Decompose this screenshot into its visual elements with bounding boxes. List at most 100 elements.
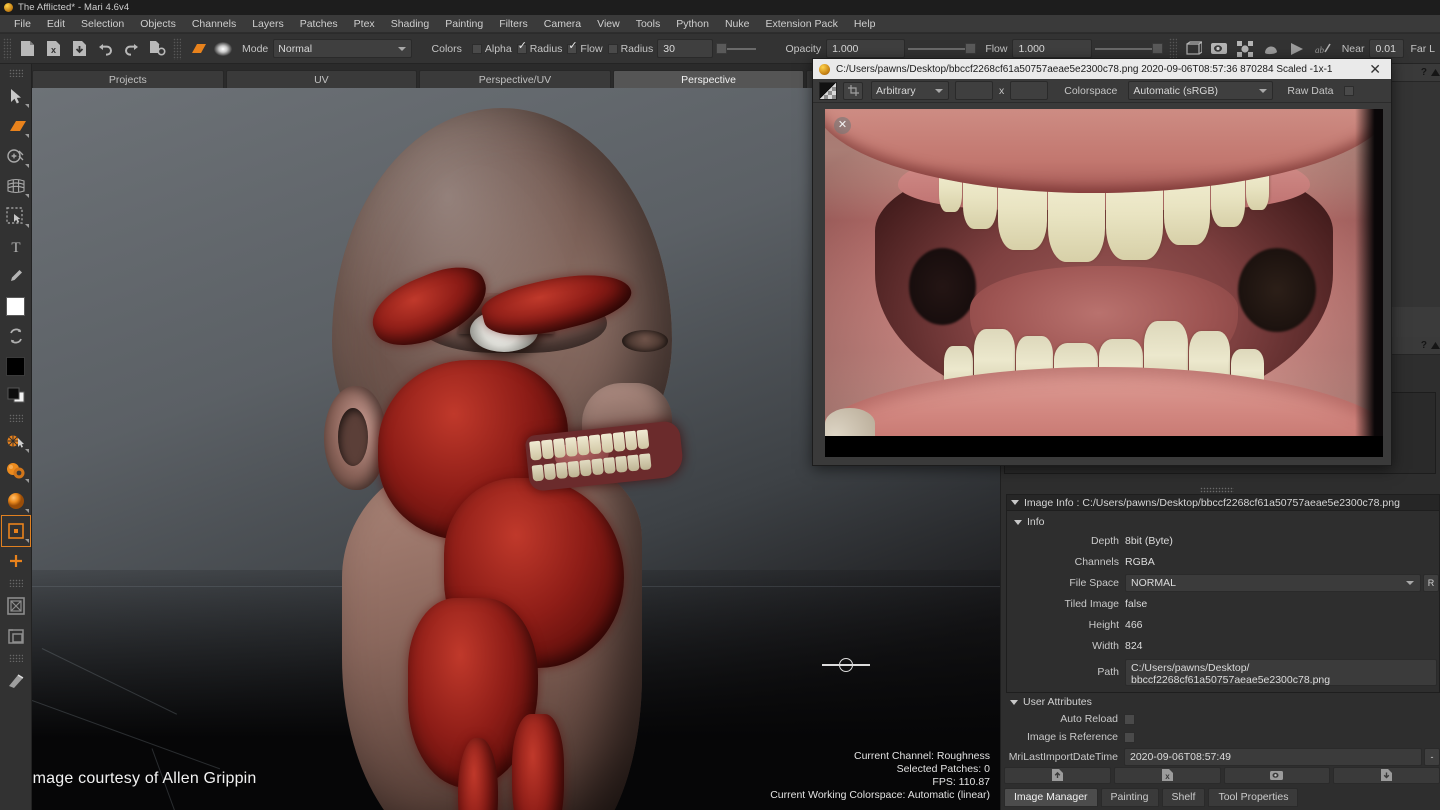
image-info-header[interactable]: Image Info : C:/Users/pawns/Desktop/bbcc… — [1006, 494, 1440, 511]
close-icon[interactable]: ✕ — [1365, 62, 1385, 76]
tab-tool-properties[interactable]: Tool Properties — [1208, 787, 1299, 807]
tab-shelf[interactable]: Shelf — [1161, 787, 1206, 807]
image-viewer-canvas[interactable]: ✕ — [825, 109, 1383, 457]
menu-item-file[interactable]: File — [6, 16, 39, 32]
aspect-ratio-dropdown[interactable]: Arbitrary — [871, 81, 949, 100]
menu-item-selection[interactable]: Selection — [73, 16, 132, 32]
save-project-icon[interactable] — [66, 37, 92, 61]
flow-slider[interactable] — [1094, 43, 1163, 54]
color-picker-tool[interactable] — [2, 261, 30, 291]
default-colors-tool[interactable] — [2, 381, 30, 411]
menu-item-layers[interactable]: Layers — [244, 16, 292, 32]
paint-through-tool[interactable] — [2, 426, 30, 456]
blur-sphere-tool[interactable] — [2, 486, 30, 516]
opacity-slider-knob[interactable] — [965, 43, 977, 54]
image-close-icon[interactable]: ✕ — [834, 117, 851, 134]
tab-painting[interactable]: Painting — [1100, 787, 1159, 807]
transparency-checker-icon[interactable] — [819, 81, 837, 100]
foreground-color-swatch[interactable] — [2, 291, 30, 321]
menu-item-python[interactable]: Python — [668, 16, 717, 32]
panel-splitter-handle[interactable] — [1200, 487, 1234, 493]
paint-brush-icon[interactable] — [184, 37, 210, 61]
flow-checkbox[interactable] — [567, 41, 578, 54]
toolbar-drag-handle-3[interactable] — [1168, 37, 1177, 60]
menu-item-camera[interactable]: Camera — [536, 16, 589, 32]
mode-dropdown[interactable]: Normal — [273, 39, 412, 58]
toolbar-drag-handle[interactable] — [3, 37, 11, 60]
radius-checkbox-2[interactable] — [607, 43, 618, 54]
menu-item-painting[interactable]: Painting — [437, 16, 491, 32]
menu-item-view[interactable]: View — [589, 16, 628, 32]
flow-slider-knob[interactable] — [1151, 43, 1163, 54]
mask-tool[interactable] — [2, 591, 30, 621]
opacity-slider-track[interactable] — [908, 47, 966, 50]
menu-item-objects[interactable]: Objects — [132, 16, 184, 32]
menu-item-patches[interactable]: Patches — [292, 16, 346, 32]
backface-icon[interactable] — [1284, 37, 1310, 61]
collapse-icon-2[interactable] — [1430, 341, 1440, 350]
user-attributes-header[interactable]: User Attributes — [1006, 694, 1440, 710]
paint-brush-tool[interactable] — [2, 111, 30, 141]
brush-falloff-icon[interactable] — [210, 37, 236, 61]
file-space-dropdown[interactable]: NORMAL — [1125, 574, 1421, 592]
path-value-field[interactable]: C:/Users/pawns/Desktop/ bbccf2268cf61a50… — [1125, 658, 1437, 686]
last-import-reset-button[interactable]: - — [1424, 748, 1440, 766]
radius-slider[interactable] — [716, 43, 757, 54]
close-project-icon[interactable]: x — [40, 37, 66, 61]
swap-colors-tool[interactable] — [2, 321, 30, 351]
collapse-icon[interactable] — [1430, 68, 1440, 77]
import-image-icon[interactable] — [1004, 766, 1111, 784]
warp-grid-tool[interactable] — [2, 171, 30, 201]
shading-icon[interactable] — [1258, 37, 1284, 61]
help-icon-2[interactable]: ? — [1421, 340, 1427, 351]
help-icon[interactable]: ? — [1421, 67, 1427, 78]
menu-item-tools[interactable]: Tools — [628, 16, 669, 32]
download-image-icon[interactable] — [1333, 766, 1440, 784]
background-swatch-box[interactable] — [6, 356, 25, 376]
ratio-height-input[interactable] — [1010, 81, 1049, 100]
menu-item-nuke[interactable]: Nuke — [717, 16, 758, 32]
auto-reload-checkbox[interactable] — [1124, 713, 1135, 725]
viewport-tab-projects[interactable]: Projects — [32, 70, 224, 88]
near-input[interactable]: 0.01 — [1369, 39, 1405, 58]
background-color-swatch[interactable] — [2, 351, 30, 381]
alpha-checkbox[interactable] — [471, 43, 482, 54]
toolbar-drag-handle-2[interactable] — [173, 37, 181, 60]
export-image-icon[interactable] — [1223, 766, 1331, 784]
image-viewer-window[interactable]: C:/Users/pawns/Desktop/bbccf2268cf61a507… — [812, 58, 1392, 466]
menu-item-extension-pack[interactable]: Extension Pack — [757, 16, 845, 32]
foreground-swatch-box[interactable] — [6, 296, 25, 316]
add-point-tool[interactable] — [2, 546, 30, 576]
diagnostics-icon[interactable]: ab — [1310, 37, 1336, 61]
raw-data-checkbox[interactable] — [1344, 85, 1355, 96]
image-is-reference-checkbox[interactable] — [1124, 731, 1135, 743]
file-space-reset-button[interactable]: R — [1423, 574, 1439, 592]
object-display-icon[interactable] — [1206, 37, 1232, 61]
select-marquee-add-tool[interactable] — [2, 141, 30, 171]
radius-checkbox-1[interactable] — [516, 41, 527, 54]
opacity-slider[interactable] — [908, 43, 977, 54]
flow-slider-track[interactable] — [1094, 47, 1152, 50]
menu-item-shading[interactable]: Shading — [383, 16, 438, 32]
tab-image-manager[interactable]: Image Manager — [1004, 787, 1098, 807]
radius-slider-track[interactable] — [727, 47, 757, 50]
menu-item-filters[interactable]: Filters — [491, 16, 536, 32]
eraser-tool[interactable] — [2, 666, 30, 696]
remove-image-icon[interactable]: x — [1113, 766, 1221, 784]
flow-input[interactable]: 1.000 — [1012, 39, 1092, 58]
redo-icon[interactable] — [118, 37, 144, 61]
undo-icon[interactable] — [92, 37, 118, 61]
menu-item-help[interactable]: Help — [846, 16, 884, 32]
opacity-input[interactable]: 1.000 — [826, 39, 906, 58]
text-tool[interactable]: T — [2, 231, 30, 261]
image-viewer-title-bar[interactable]: C:/Users/pawns/Desktop/bbccf2268cf61a507… — [813, 59, 1391, 79]
select-arrow-tool[interactable] — [2, 81, 30, 111]
menu-item-ptex[interactable]: Ptex — [346, 16, 383, 32]
image-viewer-body[interactable]: ✕ — [813, 103, 1391, 465]
menu-item-edit[interactable]: Edit — [39, 16, 73, 32]
wireframe-icon[interactable] — [1180, 37, 1206, 61]
clone-stamp-tool[interactable] — [2, 456, 30, 486]
last-import-field[interactable]: 2020-09-06T08:57:49 — [1124, 748, 1422, 766]
transform-selection-tool[interactable] — [0, 515, 31, 547]
menu-item-channels[interactable]: Channels — [184, 16, 244, 32]
